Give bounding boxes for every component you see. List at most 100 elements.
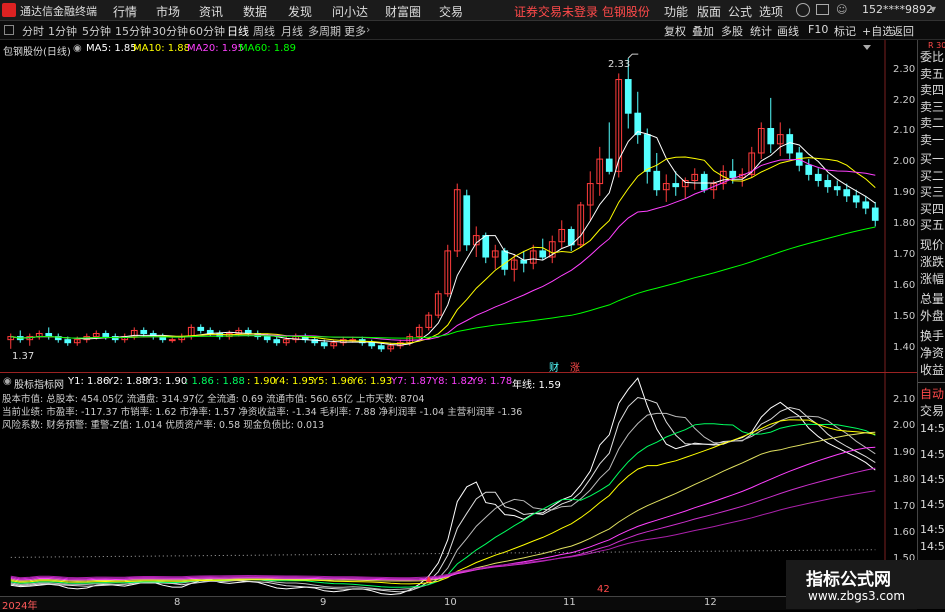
ma-settings-icon[interactable]: ◉ [73,43,82,54]
period-tab[interactable]: 30分钟 [152,23,188,39]
mail-icon[interactable] [816,4,829,15]
quote-label: 外盘 [920,309,945,323]
indicator-band-line [10,490,876,579]
price-tick: 1.60 [893,280,916,291]
tab-trade[interactable]: 交易 [920,402,944,419]
watermark-url: www.zbgs3.com [808,589,906,603]
app-logo-icon [2,3,16,17]
time-tick: 11 [563,597,576,608]
scroll-down-icon[interactable] [863,45,871,50]
quote-label: 卖一 [920,133,945,147]
indicator-band-line [10,419,876,585]
candle-body [263,336,271,341]
low-price-marker: 1.37 [12,351,35,362]
candle-body [140,329,148,335]
toolbar-button[interactable]: 复权 [664,23,686,39]
menu-item[interactable]: 财富圈 [385,3,421,20]
period-tab[interactable]: 1分钟 [48,23,77,39]
window-icon[interactable] [4,25,14,35]
trade-time: 14:56 [920,498,945,511]
info-line-risk: 风险系数: 财务预警: 重警-Z值: 1.014 优质资产率: 0.58 现金负… [2,420,325,431]
menu-item[interactable]: 版面 [697,3,721,20]
menu-item[interactable]: 资讯 [199,3,223,20]
menu-item[interactable]: 交易 [439,3,463,20]
toolbar-button[interactable]: 画线 [777,23,799,39]
info-line-capital: 股本市值: 总股本: 454.05亿 流通盘: 314.97亿 全流通: 0.6… [2,394,425,405]
toolbar-button[interactable]: 标记 [834,23,856,39]
title-bar: 通达信金融终端 行情 市场 资讯 数据 发现 问小达 财富圈 交易 证券交易未登… [0,0,945,21]
period-toolbar: 分时 1分钟 5分钟 15分钟 30分钟 60分钟 日线 周线 月线 多周期 更… [0,21,945,40]
indicator-settings-icon[interactable]: ◉ [3,376,12,387]
period-tab-more[interactable]: 更多 [344,23,366,39]
price-tick: 1.90 [893,187,916,198]
ma5-line [10,131,876,346]
toolbar-button[interactable]: 统计 [750,23,772,39]
menu-item[interactable]: 选项 [759,3,783,20]
message-icon[interactable] [796,3,810,17]
quote-label: 买二 [920,169,945,183]
price-tick: 2.00 [893,156,916,167]
add-favorite-button[interactable]: +自选 [862,23,893,39]
annual-line-label: 年线: 1.59 [512,380,561,391]
ma5-label: MA5: 1.85 [86,43,137,54]
indicator-band-line [10,467,876,580]
candle-body [862,201,870,209]
quote-label: 委比 [920,50,945,64]
candle-body [672,183,680,188]
candle-body [729,170,737,178]
y5-label: Y5: 1.96 [312,376,354,387]
quote-label: 卖五 [920,67,945,81]
menu-item[interactable]: 数据 [243,3,267,20]
trade-time: 14:56 [920,523,945,536]
period-tab[interactable]: 多周期 [308,23,341,39]
quote-label: 买四 [920,202,945,216]
quote-side-panel: R 300 委比 卖五 卖四 卖三 卖二 卖一 买一 买二 买三 买四 买五 现… [917,40,945,609]
candle-body [605,158,613,172]
candle-body [852,195,860,203]
toolbar-button[interactable]: 多股 [721,23,743,39]
period-tab[interactable]: 分时 [22,23,44,39]
account-number[interactable]: 152****9892 [862,3,933,16]
period-tab[interactable]: 5分钟 [82,23,111,39]
menu-item[interactable]: 公式 [728,3,752,20]
candle-body [168,339,176,342]
info-line-performance: 当前业绩: 市盈率: -117.37 市销率: 1.62 市净率: 1.57 净… [2,407,523,418]
login-notice[interactable]: 证券交易未登录 包钢股份 [514,3,650,20]
candle-body [368,342,376,347]
period-tab[interactable]: 月线 [281,23,303,39]
candle-body [377,345,385,350]
quote-label: 涨幅 [920,272,945,286]
back-button[interactable]: 返回 [892,23,914,39]
candle-body [102,333,110,338]
y-yellow-label: : 1.90 [247,376,276,387]
period-tab[interactable]: 15分钟 [115,23,151,39]
candle-body [843,189,851,197]
period-tab-active[interactable]: 日线 [227,23,249,39]
y9-label: Y9: 1.78 [471,376,513,387]
y-green-label: : 1.88 [216,376,245,387]
toolbar-button[interactable]: F10 [808,23,828,36]
tab-auto[interactable]: 自动 [920,385,944,402]
menu-item[interactable]: 问小达 [332,3,368,20]
y1-label: Y1: 1.86 [68,376,110,387]
ma60-label: MA60: 1.89 [239,43,297,54]
menu-item[interactable]: 行情 [113,3,137,20]
quote-label: 卖二 [920,116,945,130]
ma20-label: MA20: 1.95 [187,43,245,54]
candle-body [814,173,822,182]
stock-label[interactable]: 包钢股份(日线) [3,43,71,58]
more-chevron-icon[interactable]: › [366,23,370,36]
indicator-title[interactable]: 股标指标网 [14,376,64,391]
menu-dropdown-icon[interactable]: ▾ [930,2,936,16]
menu-item[interactable]: 功能 [664,3,688,20]
indicator-band-line [10,446,876,581]
menu-item[interactable]: 市场 [156,3,180,20]
period-tab[interactable]: 周线 [253,23,275,39]
period-tab[interactable]: 60分钟 [189,23,225,39]
toolbar-button[interactable]: 叠加 [692,23,714,39]
quote-label: 收益 [920,363,945,377]
menu-item[interactable]: 发现 [288,3,312,20]
user-icon[interactable]: ☺ [836,3,847,16]
candlestick-chart[interactable] [0,40,917,372]
price-tick: 1.70 [893,249,916,260]
